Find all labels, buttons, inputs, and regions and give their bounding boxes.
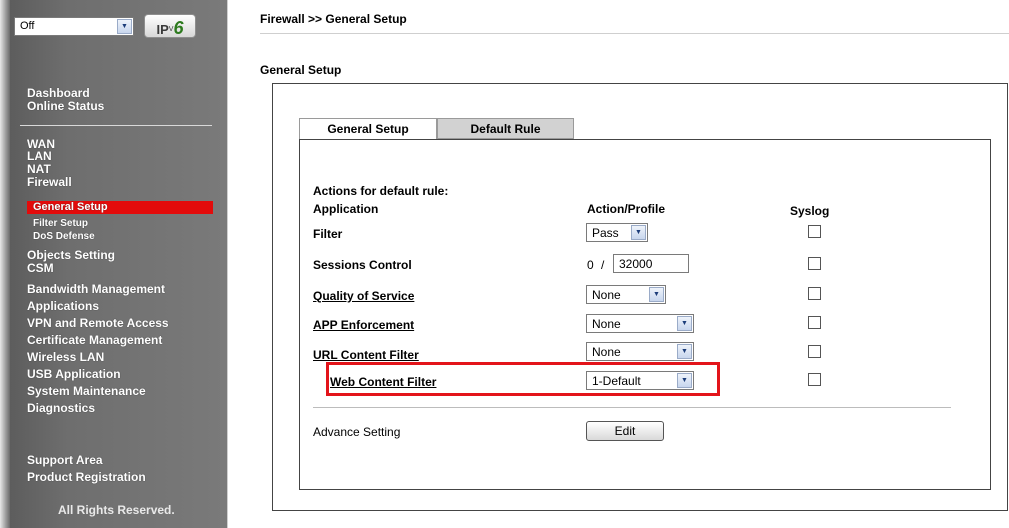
sessions-syslog-checkbox[interactable]: [808, 257, 821, 270]
row-label-filter: Filter: [313, 227, 343, 241]
link-app-enforcement[interactable]: APP Enforcement: [313, 318, 414, 332]
nav-dashboard[interactable]: Dashboard: [27, 87, 90, 99]
ipv6-logo-ip: IP: [156, 22, 169, 37]
actions-title: Actions for default rule:: [313, 184, 449, 198]
nav-csm[interactable]: CSM: [27, 262, 54, 274]
chevron-down-icon[interactable]: ▼: [649, 287, 664, 302]
app-enforcement-value: None: [592, 317, 621, 331]
mode-select[interactable]: Off ▼: [14, 17, 134, 36]
breadcrumb: Firewall >> General Setup: [260, 12, 407, 26]
nav-usb-application[interactable]: USB Application: [27, 368, 121, 380]
header-divider: [260, 33, 1009, 34]
app-enforcement-select[interactable]: None ▼: [586, 314, 694, 333]
sidebar-divider: [20, 125, 212, 126]
column-header-action-profile: Action/Profile: [587, 202, 666, 216]
nav-firewall-filter-setup[interactable]: Filter Setup: [33, 218, 88, 229]
nav-objects-setting[interactable]: Objects Setting: [27, 249, 115, 261]
copyright-text: All Rights Reserved.: [58, 503, 175, 517]
sidebar-edge: [0, 0, 10, 528]
url-content-filter-syslog-checkbox[interactable]: [808, 345, 821, 358]
url-content-filter-value: None: [592, 345, 621, 359]
app-enforcement-syslog-checkbox[interactable]: [808, 316, 821, 329]
sessions-current: 0: [587, 258, 594, 272]
link-quality-of-service[interactable]: Quality of Service: [313, 289, 414, 303]
chevron-down-icon[interactable]: ▼: [677, 344, 692, 359]
nav-firewall-dos-defense[interactable]: DoS Defense: [33, 231, 95, 242]
highlight-box: [326, 362, 720, 396]
link-url-content-filter[interactable]: URL Content Filter: [313, 348, 419, 362]
tab-default-rule[interactable]: Default Rule: [437, 118, 574, 139]
nav-system-maintenance[interactable]: System Maintenance: [27, 385, 146, 397]
sidebar: Off ▼ IPV6 Dashboard Online Status WAN L…: [0, 0, 228, 528]
chevron-down-icon[interactable]: ▼: [117, 19, 132, 34]
nav-wireless-lan[interactable]: Wireless LAN: [27, 351, 104, 363]
nav-product-registration[interactable]: Product Registration: [27, 471, 146, 483]
url-content-filter-select[interactable]: None ▼: [586, 342, 694, 361]
row-label-sessions-control: Sessions Control: [313, 258, 412, 272]
nav-firewall-general-setup[interactable]: General Setup: [27, 201, 213, 214]
sessions-limit-value: 32000: [619, 257, 653, 271]
ipv6-logo-six: 6: [173, 18, 184, 38]
nav-applications[interactable]: Applications: [27, 300, 99, 312]
filter-action-value: Pass: [592, 226, 619, 240]
qos-select[interactable]: None ▼: [586, 285, 666, 304]
chevron-down-icon[interactable]: ▼: [677, 316, 692, 331]
filter-action-select[interactable]: Pass ▼: [586, 223, 648, 242]
advance-setting-label: Advance Setting: [313, 425, 401, 439]
edit-button[interactable]: Edit: [586, 421, 664, 441]
nav-certificate-management[interactable]: Certificate Management: [27, 334, 162, 346]
nav-diagnostics[interactable]: Diagnostics: [27, 402, 95, 414]
web-content-filter-syslog-checkbox[interactable]: [808, 373, 821, 386]
nav-online-status[interactable]: Online Status: [27, 100, 104, 112]
page-title: General Setup: [260, 63, 342, 77]
nav-vpn-remote-access[interactable]: VPN and Remote Access: [27, 317, 169, 329]
qos-syslog-checkbox[interactable]: [808, 287, 821, 300]
nav-bandwidth-management[interactable]: Bandwidth Management: [27, 283, 165, 295]
qos-value: None: [592, 288, 621, 302]
mode-select-value: Off: [20, 20, 35, 32]
column-header-application: Application: [313, 202, 379, 216]
nav-firewall[interactable]: Firewall: [27, 176, 72, 188]
sessions-separator: /: [601, 258, 605, 272]
tab-general-setup[interactable]: General Setup: [299, 118, 437, 139]
ipv6-logo: IPV6: [144, 14, 196, 38]
column-header-syslog: Syslog: [790, 204, 830, 218]
nav-support-area[interactable]: Support Area: [27, 454, 103, 466]
chevron-down-icon[interactable]: ▼: [631, 225, 646, 240]
nav-lan[interactable]: LAN: [27, 150, 52, 162]
filter-syslog-checkbox[interactable]: [808, 225, 821, 238]
section-divider: [313, 407, 951, 408]
sessions-limit-input[interactable]: 32000: [613, 254, 689, 273]
nav-nat[interactable]: NAT: [27, 163, 51, 175]
